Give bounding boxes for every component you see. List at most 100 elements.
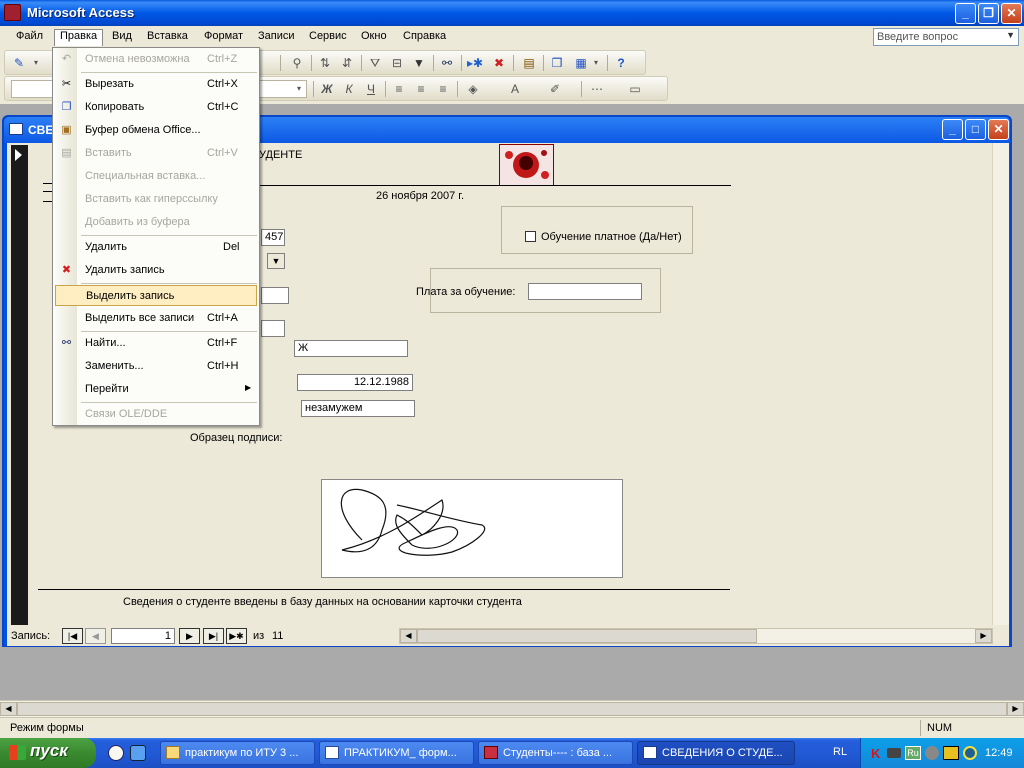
menu-item-cut[interactable]: ✂ Вырезать Ctrl+X <box>55 74 257 95</box>
bold-icon[interactable]: Ж <box>317 80 337 98</box>
line-color-icon[interactable]: ✐ <box>545 80 565 98</box>
filter-by-selection-icon[interactable]: ⛛ <box>365 54 385 72</box>
design-view-icon[interactable]: ✎ <box>9 54 29 72</box>
student-number-field[interactable]: 457 <box>261 229 285 246</box>
network-icon[interactable] <box>887 748 901 758</box>
mdi-scroll-thumb[interactable] <box>17 702 1007 716</box>
menu-item-paste-special[interactable]: Специальная вставка... <box>55 166 257 187</box>
menu-format[interactable]: Формат <box>198 29 249 46</box>
filter-by-form-icon[interactable]: ⊟ <box>387 54 407 72</box>
italic-icon[interactable]: К <box>339 80 359 98</box>
form-maximize-button[interactable]: □ <box>965 119 986 140</box>
paid-checkbox[interactable] <box>525 231 536 242</box>
database-window-icon[interactable]: ❒ <box>547 54 567 72</box>
menu-item-select-all-records[interactable]: Выделить все записи Ctrl+A <box>55 308 257 329</box>
internet-explorer-icon[interactable] <box>130 745 146 761</box>
language-bar-icon[interactable]: Ru <box>905 746 921 760</box>
birthdate-field[interactable]: 12.12.1988 <box>297 374 413 391</box>
access-app-icon[interactable] <box>4 4 21 21</box>
partial-field-2[interactable] <box>261 320 285 337</box>
menu-item-office-clipboard[interactable]: ▣ Буфер обмена Office... <box>55 120 257 141</box>
combo-chevron-down-icon[interactable]: ▼ <box>267 253 285 269</box>
menu-tools[interactable]: Сервис <box>303 29 353 46</box>
special-effect-icon[interactable]: ▭ <box>625 80 645 98</box>
menu-item-append-from-clipboard[interactable]: Добавить из буфера <box>55 212 257 233</box>
menu-insert[interactable]: Вставка <box>141 29 194 46</box>
chevron-down-icon[interactable]: ▼ <box>1006 30 1015 40</box>
fill-color-icon[interactable]: ◈ <box>463 80 483 98</box>
first-record-button[interactable]: |◀ <box>62 628 83 644</box>
new-object-dropdown-icon[interactable]: ▾ <box>591 54 601 72</box>
menu-item-go-to[interactable]: Перейти ▶ <box>55 379 257 400</box>
maximize-button[interactable]: ❐ <box>978 3 999 24</box>
font-color-icon[interactable]: A <box>505 80 525 98</box>
start-button[interactable]: пуск <box>0 738 96 768</box>
form-icon[interactable] <box>9 123 23 135</box>
menu-item-copy[interactable]: ❐ Копировать Ctrl+C <box>55 97 257 118</box>
object-selector-chevron-icon[interactable]: ▾ <box>289 80 309 98</box>
task-student-form[interactable]: СВЕДЕНИЯ О СТУДЕ... <box>637 741 795 765</box>
next-record-button[interactable]: ▶ <box>179 628 200 644</box>
apply-filter-icon[interactable]: ▼ <box>409 54 429 72</box>
menu-view[interactable]: Вид <box>106 29 138 46</box>
clock[interactable]: 12:49 <box>985 747 1013 759</box>
hyperlink-icon[interactable]: ⚲ <box>287 54 307 72</box>
form-close-button[interactable]: ✕ <box>988 119 1009 140</box>
task-word-document[interactable]: ПРАКТИКУМ_ форм... <box>319 741 474 765</box>
task-students-database[interactable]: Студенты---- : база ... <box>478 741 633 765</box>
record-selector[interactable] <box>11 145 28 625</box>
current-record-input[interactable]: 1 <box>111 628 175 644</box>
menu-item-delete[interactable]: Удалить Del <box>55 237 257 258</box>
menu-item-delete-record[interactable]: ✖ Удалить запись <box>55 260 257 281</box>
mdi-scroll-right-icon[interactable]: ▶ <box>1007 702 1024 716</box>
menu-item-replace[interactable]: Заменить... Ctrl+H <box>55 356 257 377</box>
new-object-icon[interactable]: ▦ <box>571 54 591 72</box>
menu-item-find[interactable]: ⚯ Найти... Ctrl+F <box>55 333 257 354</box>
disk-icon[interactable] <box>925 746 939 760</box>
language-indicator[interactable]: RL <box>833 746 847 758</box>
menu-item-undo[interactable]: ↶ Отмена невозможна Ctrl+Z <box>55 49 257 70</box>
menu-item-ole-dde-links[interactable]: Связи OLE/DDE <box>55 404 257 425</box>
find-icon[interactable]: ⚯ <box>437 54 457 72</box>
update-icon[interactable] <box>943 746 959 760</box>
mdi-horizontal-scrollbar[interactable]: ◀ ▶ <box>0 700 1024 717</box>
menu-file[interactable]: Файл <box>10 29 49 46</box>
previous-record-button[interactable]: ◀ <box>85 628 106 644</box>
last-record-button[interactable]: ▶| <box>203 628 224 644</box>
form-horizontal-scrollbar[interactable]: ◀ ▶ <box>399 628 993 644</box>
scroll-thumb[interactable] <box>417 629 757 643</box>
delete-record-icon[interactable]: ✖ <box>489 54 509 72</box>
view-dropdown-icon[interactable]: ▾ <box>31 54 41 72</box>
underline-icon[interactable]: Ч <box>361 80 381 98</box>
properties-icon[interactable]: ▤ <box>519 54 539 72</box>
marital-status-field[interactable]: незамужем <box>301 400 415 417</box>
gender-field[interactable]: Ж <box>294 340 408 357</box>
task-practicum-folder[interactable]: практикум по ИТУ 3 ... <box>160 741 315 765</box>
form-minimize-button[interactable]: _ <box>942 119 963 140</box>
menu-help[interactable]: Справка <box>397 29 452 46</box>
sort-ascending-icon[interactable]: ⇅ <box>315 54 335 72</box>
scroll-right-icon[interactable]: ▶ <box>975 629 992 643</box>
mdi-scroll-left-icon[interactable]: ◀ <box>0 702 17 716</box>
minimize-button[interactable]: _ <box>955 3 976 24</box>
fee-input[interactable] <box>528 283 642 300</box>
new-record-icon[interactable]: ▸✱ <box>465 54 485 72</box>
menu-window[interactable]: Окно <box>355 29 393 46</box>
menu-edit[interactable]: Правка <box>54 29 104 46</box>
title-bar[interactable]: Microsoft Access _ ❐ ✕ <box>0 0 1024 26</box>
help-icon[interactable]: ? <box>611 54 631 72</box>
menu-item-select-record[interactable]: Выделить запись <box>55 285 257 306</box>
form-vertical-scrollbar[interactable] <box>992 143 1009 625</box>
new-record-button[interactable]: ▶✱ <box>226 628 247 644</box>
help-question-input[interactable]: Введите вопрос ▼ <box>873 28 1019 46</box>
border-width-icon[interactable]: ⋯ <box>587 80 607 98</box>
media-player-icon[interactable] <box>108 745 124 761</box>
close-button[interactable]: ✕ <box>1001 3 1022 24</box>
partial-field-1[interactable] <box>261 287 289 304</box>
monitor-icon[interactable] <box>963 746 977 760</box>
menu-item-paste-as-hyperlink[interactable]: Вставить как гиперссылку <box>55 189 257 210</box>
scroll-left-icon[interactable]: ◀ <box>400 629 417 643</box>
menu-records[interactable]: Записи <box>252 29 301 46</box>
align-left-icon[interactable]: ≡ <box>389 80 409 98</box>
antivirus-icon[interactable]: K <box>871 746 880 761</box>
